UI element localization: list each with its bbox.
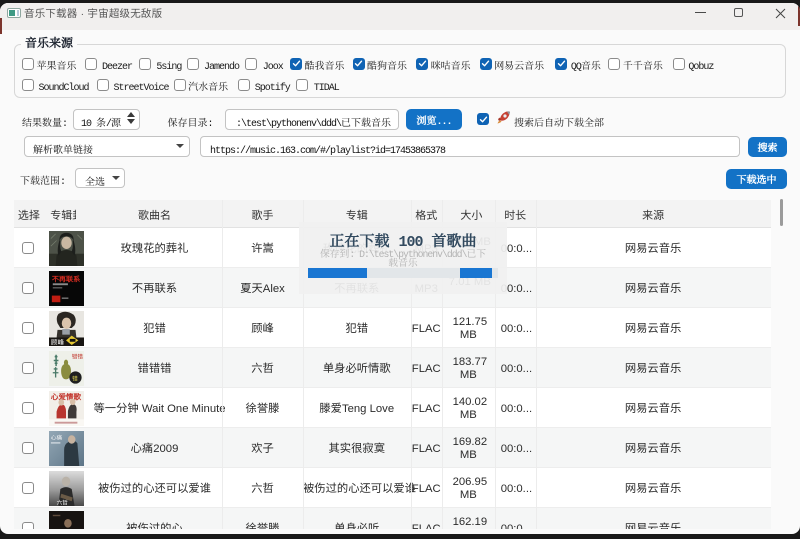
svg-text:错: 错 (72, 373, 78, 382)
svg-text:不再联系: 不再联系 (52, 274, 80, 284)
svg-text:心痛: 心痛 (51, 432, 63, 441)
svg-text:错错: 错错 (72, 351, 84, 360)
svg-text:六哲: 六哲 (57, 497, 69, 505)
svg-text:顾峰: 顾峰 (51, 336, 65, 345)
svg-text:心爱情歌: 心爱情歌 (51, 391, 82, 402)
